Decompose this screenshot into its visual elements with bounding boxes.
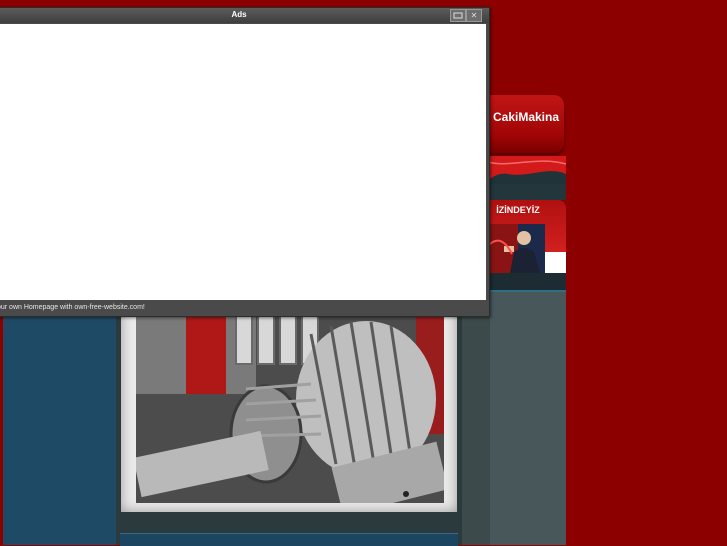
sidebar-strip — [488, 184, 566, 200]
gear-photo — [136, 304, 444, 503]
close-icon[interactable]: ✕ — [466, 9, 482, 22]
follow-image[interactable] — [488, 224, 545, 273]
ads-content[interactable] — [0, 24, 486, 300]
decorative-wave — [488, 156, 566, 184]
left-column — [0, 280, 116, 545]
window-icon[interactable] — [450, 9, 466, 22]
follow-panel-white — [545, 252, 566, 273]
left-edge — [0, 280, 3, 545]
ads-title: Ads — [231, 10, 247, 19]
ads-popup-window[interactable]: Ads ✕ our own Homepage with own-free-web… — [0, 7, 490, 317]
bottom-bar — [120, 533, 458, 546]
follow-panel-bottom — [488, 273, 566, 292]
right-column-inner — [490, 290, 566, 545]
follow-label: İZİNDEYİZ — [496, 205, 540, 215]
brand-tab[interactable] — [488, 95, 564, 153]
brand-name[interactable]: CakiMakina — [488, 110, 564, 124]
ads-status-text[interactable]: our own Homepage with own-free-website.c… — [0, 302, 489, 314]
ads-titlebar[interactable]: Ads ✕ — [0, 8, 489, 23]
